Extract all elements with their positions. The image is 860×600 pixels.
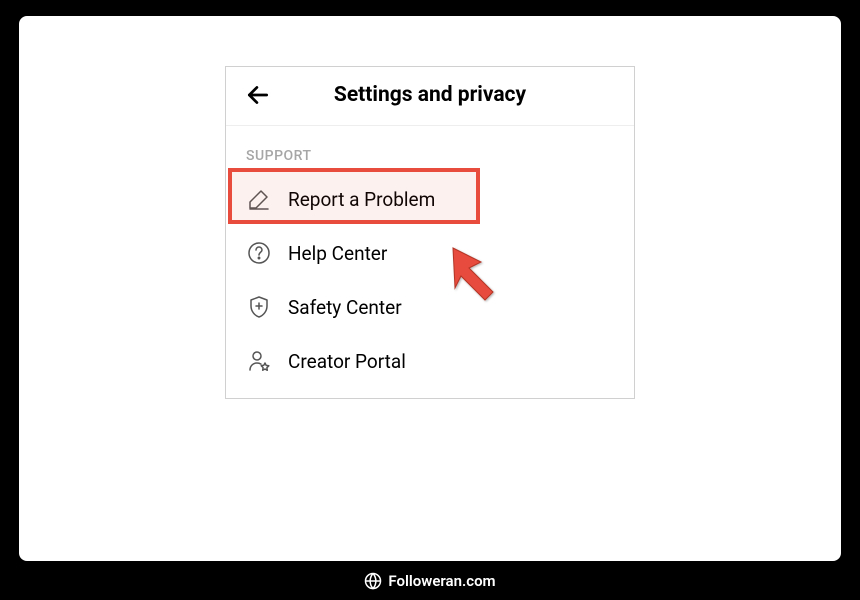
menu-label: Report a Problem xyxy=(288,188,435,211)
shield-plus-icon xyxy=(246,294,272,320)
panel-header: Settings and privacy xyxy=(226,67,634,126)
settings-panel: Settings and privacy SUPPORT Report a Pr… xyxy=(225,66,635,399)
menu-item-creator-portal[interactable]: Creator Portal xyxy=(226,334,634,398)
menu-label: Creator Portal xyxy=(288,350,406,373)
section-label: SUPPORT xyxy=(226,126,634,172)
menu-label: Safety Center xyxy=(288,296,402,319)
question-circle-icon xyxy=(246,240,272,266)
page-title: Settings and privacy xyxy=(244,83,616,107)
globe-icon xyxy=(364,572,382,590)
menu-item-safety-center[interactable]: Safety Center xyxy=(226,280,634,334)
screenshot-frame: Settings and privacy SUPPORT Report a Pr… xyxy=(19,16,841,561)
watermark: Followeran.com xyxy=(0,572,860,590)
person-star-icon xyxy=(246,348,272,374)
menu-item-help-center[interactable]: Help Center xyxy=(226,226,634,280)
watermark-text: Followeran.com xyxy=(388,572,495,590)
pencil-icon xyxy=(246,186,272,212)
menu-label: Help Center xyxy=(288,242,387,265)
menu-item-report-problem[interactable]: Report a Problem xyxy=(226,172,634,226)
